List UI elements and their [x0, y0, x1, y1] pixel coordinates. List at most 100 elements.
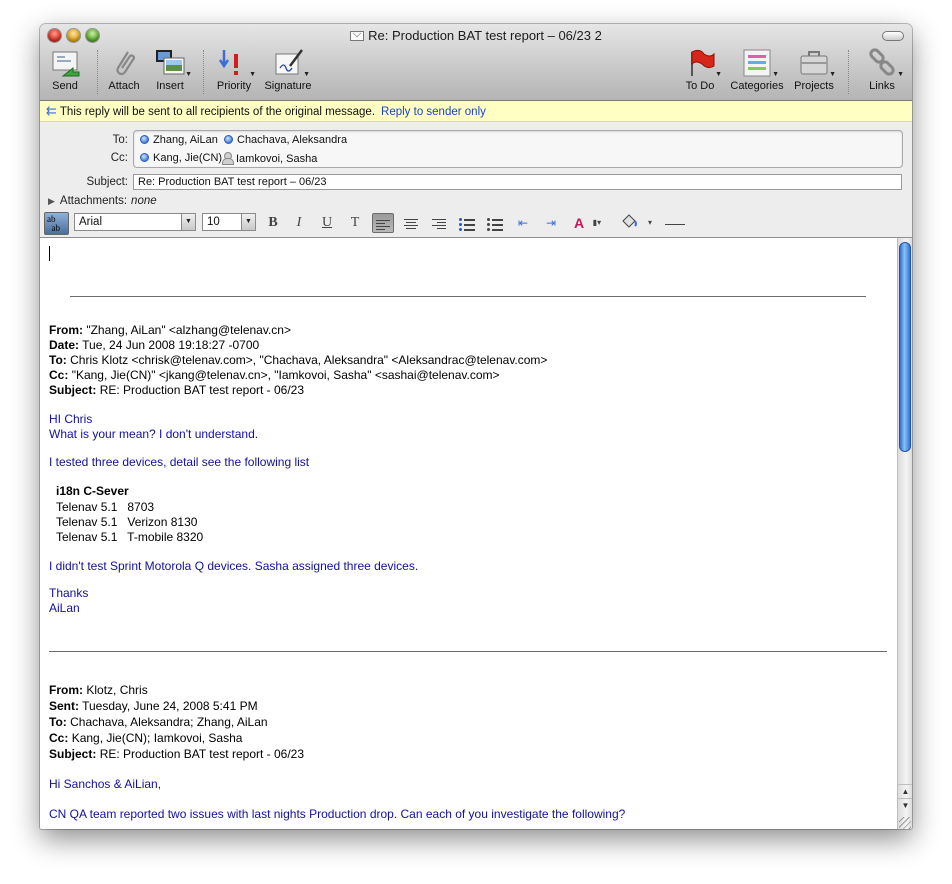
chevron-down-icon: ▼	[249, 71, 256, 78]
cc-chip[interactable]: Iamkovoi, Sasha	[222, 152, 317, 165]
signature-icon: ▼	[272, 48, 310, 78]
toolbar-toggle-button[interactable]	[882, 31, 904, 41]
send-button[interactable]: Send	[48, 48, 82, 93]
chevron-down-icon: ▼	[181, 214, 195, 230]
priority-button[interactable]: ▼ Priority	[212, 48, 256, 93]
recipient-name: Iamkovoi, Sasha	[236, 153, 318, 165]
resize-grip-icon[interactable]	[899, 817, 911, 829]
attach-button[interactable]: Attach	[104, 48, 144, 93]
formatting-toolbar: ab ab Arial ▼ 10 ▼ B I U T ⇤ ⇥ A ▮▾ ▾	[40, 210, 912, 237]
align-right-button[interactable]	[428, 213, 450, 233]
projects-label: Projects	[794, 80, 834, 92]
quote2-from: From: Klotz, Chris	[49, 683, 148, 697]
font-family-value: Arial	[79, 216, 103, 228]
insert-label: Insert	[156, 80, 184, 92]
align-center-icon	[404, 218, 418, 230]
font-family-select[interactable]: Arial ▼	[74, 213, 196, 231]
links-button[interactable]: ▼ Links	[862, 48, 904, 93]
to-label: To:	[112, 134, 128, 146]
chevron-down-icon: ▼	[303, 71, 310, 78]
quote2-subject: Subject: RE: Production BAT test report …	[49, 747, 305, 761]
decrease-indent-button[interactable]: ⇤	[512, 213, 534, 233]
chevron-down-icon: ▼	[241, 214, 255, 230]
text-style-button[interactable]: T	[344, 213, 366, 233]
attachments-row[interactable]: ▶ Attachments: none	[48, 195, 157, 207]
insert-media-icon: ▼	[154, 48, 192, 78]
briefcase-icon: ▼	[798, 48, 836, 78]
quote2-sent: Sent: Tuesday, June 24, 2008 5:41 PM	[49, 699, 258, 713]
spellcheck-icon[interactable]: ab ab	[44, 212, 69, 235]
chain-link-icon: ▼	[866, 48, 904, 78]
scroll-up-arrow-icon[interactable]: ▲	[898, 784, 912, 798]
divider	[70, 296, 866, 297]
device-item: Telenav 5.1 8703	[56, 500, 155, 514]
toolbar-separator	[203, 50, 204, 94]
horizontal-rule-icon	[665, 223, 685, 225]
font-color-button[interactable]: A	[568, 213, 590, 233]
vertical-scrollbar[interactable]: ▲ ▼	[897, 238, 912, 829]
recipient-name: Kang, Jie(CN)	[153, 152, 223, 164]
send-icon	[49, 48, 81, 78]
quote2-greeting: Hi Sanchos & AiLian,	[49, 777, 162, 791]
font-color-dropdown[interactable]: ▮▾	[590, 213, 604, 233]
align-right-icon	[432, 218, 446, 230]
recipients-field[interactable]: Zhang, AiLan Chachava, Aleksandra Kang, …	[133, 130, 903, 168]
toolbar-separator	[848, 50, 849, 94]
contact-dot-icon	[224, 135, 233, 144]
font-size-value: 10	[207, 216, 220, 228]
quote1-from: From: "Zhang, AiLan" <alzhang@telenav.cn…	[49, 323, 291, 337]
horizontal-rule-button[interactable]	[662, 213, 688, 233]
increase-indent-button[interactable]: ⇥	[540, 213, 562, 233]
toolbar-area: Re: Production BAT test report – 06/23 2…	[40, 24, 912, 101]
priority-label: Priority	[216, 80, 252, 92]
paint-bucket-icon	[622, 214, 637, 228]
chevron-down-icon: ▼	[772, 71, 779, 78]
quote1-signature: AiLan	[49, 601, 80, 615]
categories-label: Categories	[730, 80, 784, 92]
cc-chip[interactable]: Kang, Jie(CN)	[140, 152, 222, 164]
highlight-button[interactable]	[618, 213, 640, 233]
links-label: Links	[869, 80, 895, 92]
subject-input[interactable]	[133, 174, 902, 190]
scroll-down-arrow-icon[interactable]: ▼	[898, 798, 912, 812]
quote1-greeting: HI Chris	[49, 412, 93, 426]
highlight-dropdown[interactable]: ▾	[644, 213, 656, 233]
recipient-chip[interactable]: Zhang, AiLan	[140, 134, 218, 146]
recipient-name: Zhang, AiLan	[153, 134, 218, 146]
cc-label: Cc:	[110, 152, 128, 164]
categories-button[interactable]: ▼ Categories	[728, 48, 786, 93]
projects-button[interactable]: ▼ Projects	[792, 48, 836, 93]
signature-label: Signature	[264, 80, 312, 92]
message-body[interactable]: From: "Zhang, AiLan" <alzhang@telenav.cn…	[40, 237, 912, 829]
bulleted-list-icon	[487, 218, 503, 232]
quote1-thanks: Thanks	[49, 586, 89, 600]
bold-button[interactable]: B	[262, 213, 284, 233]
chevron-down-icon: ▼	[829, 71, 836, 78]
recipient-chip[interactable]: Chachava, Aleksandra	[224, 134, 347, 146]
reply-to-sender-link[interactable]: Reply to sender only	[381, 106, 486, 118]
signature-button[interactable]: ▼ Signature	[262, 48, 314, 93]
scrollbar-thumb[interactable]	[899, 242, 911, 452]
categories-icon: ▼	[741, 48, 779, 78]
align-left-button[interactable]	[372, 213, 394, 233]
align-center-button[interactable]	[400, 213, 422, 233]
divider	[49, 651, 887, 652]
recipient-name: Chachava, Aleksandra	[237, 134, 348, 146]
italic-button[interactable]: I	[288, 213, 310, 233]
numbered-list-button[interactable]	[456, 213, 478, 233]
reply-all-infobar: ⇇ This reply will be sent to all recipien…	[40, 101, 912, 122]
font-size-select[interactable]: 10 ▼	[202, 213, 256, 231]
quote2-line1: CN QA team reported two issues with last…	[49, 807, 626, 821]
underline-button[interactable]: U	[316, 213, 338, 233]
bulleted-list-button[interactable]	[484, 213, 506, 233]
quote1-list-title: i18n C-Sever	[56, 484, 129, 498]
disclosure-triangle-icon[interactable]: ▶	[48, 196, 55, 206]
contact-dot-icon	[140, 135, 149, 144]
insert-button[interactable]: ▼ Insert	[150, 48, 192, 93]
align-left-icon	[376, 219, 390, 231]
attachments-label: Attachments:	[59, 195, 128, 207]
quote1-line2: I tested three devices, detail see the f…	[49, 455, 310, 469]
text-cursor	[49, 246, 50, 261]
todo-button[interactable]: ▼ To Do	[680, 48, 722, 93]
quote2-cc: Cc: Kang, Jie(CN); Iamkovoi, Sasha	[49, 731, 243, 745]
